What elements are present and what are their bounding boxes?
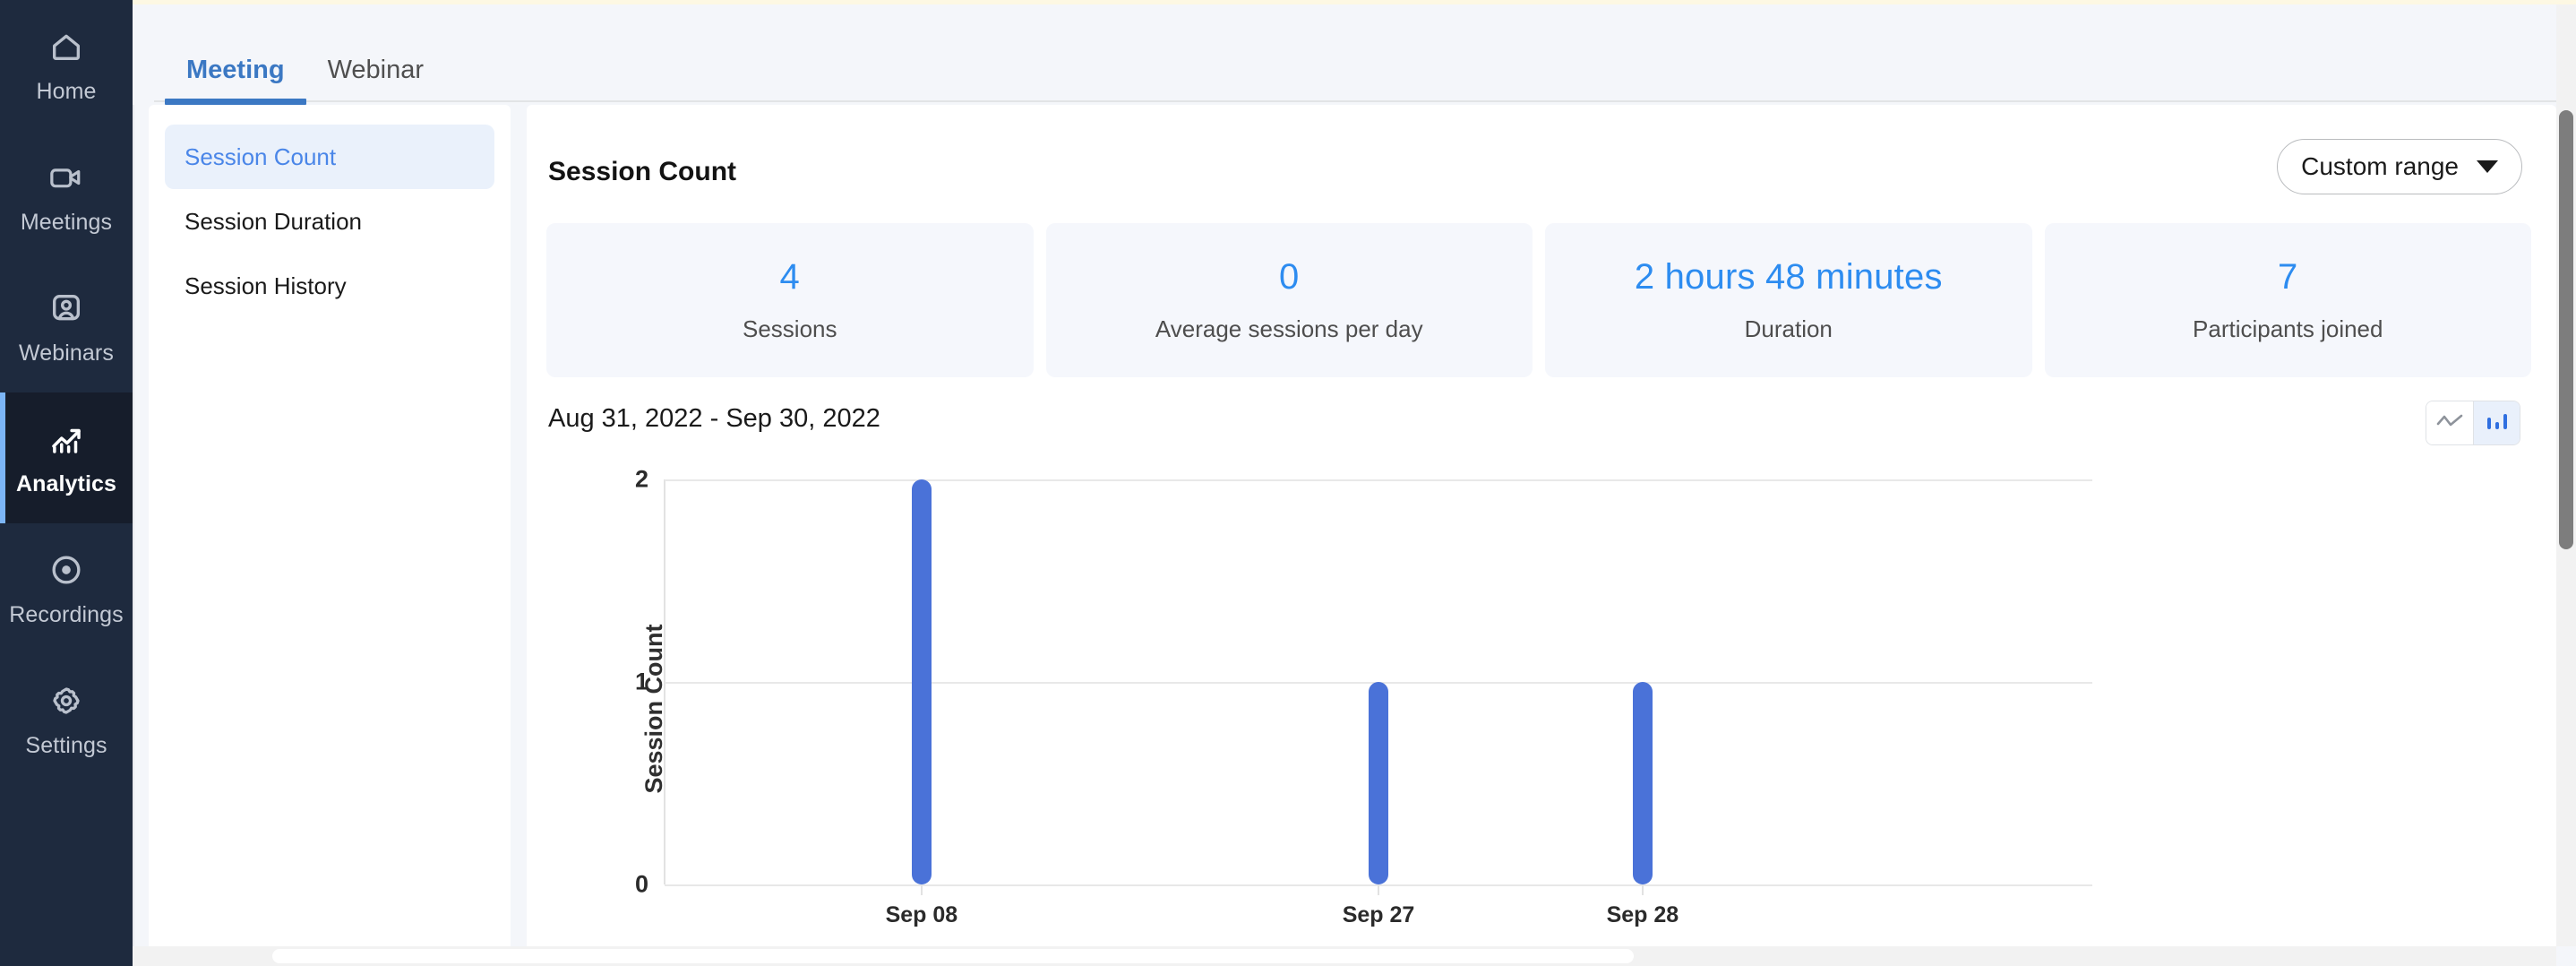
- stat-value: 7: [2278, 257, 2298, 297]
- person-screen-icon: [48, 289, 84, 328]
- x-tick-label: Sep 28: [1606, 902, 1679, 927]
- stat-label: Participants joined: [2193, 315, 2383, 342]
- record-circle-icon: [48, 550, 84, 590]
- sidebar-item-label: Settings: [25, 732, 107, 758]
- x-tickmark: [1641, 884, 1644, 895]
- tab-label: Meeting: [186, 56, 285, 84]
- analytics-chart-icon: [47, 419, 85, 459]
- vertical-scrollbar[interactable]: [2556, 4, 2576, 946]
- sidebar-item-settings[interactable]: Settings: [0, 654, 133, 785]
- chart-date-range: Aug 31, 2022 - Sep 30, 2022: [548, 404, 880, 433]
- sidebar-divider: [133, 4, 134, 966]
- sidebar-item-analytics[interactable]: Analytics: [0, 392, 133, 523]
- app-root: Home Meetings Webinars Analytics Recordi…: [0, 0, 2576, 966]
- x-tick-label: Sep 27: [1342, 902, 1415, 927]
- y-tick-label: 0: [634, 870, 648, 898]
- content-header: Meeting Webinar: [133, 4, 2576, 105]
- primary-sidebar: Home Meetings Webinars Analytics Recordi…: [0, 0, 133, 966]
- analytics-main-panel: Session Count Custom range 4 Sessions 0 …: [527, 105, 2556, 951]
- stat-card-avg-sessions-per-day: 0 Average sessions per day: [1045, 223, 1533, 377]
- subnav-item-label: Session Count: [185, 142, 337, 170]
- session-count-bar-chart: Session Count 2 1 0 Sep 08 Sep 27 Sep 28: [548, 466, 2531, 951]
- line-chart-icon: [2436, 412, 2463, 435]
- sidebar-item-home[interactable]: Home: [0, 0, 133, 131]
- chevron-down-icon: [2477, 160, 2498, 173]
- x-tickmark: [1378, 884, 1379, 895]
- stat-card-duration: 2 hours 48 minutes Duration: [1545, 223, 2032, 377]
- stat-label: Average sessions per day: [1155, 315, 1423, 342]
- sidebar-item-label: Meetings: [20, 209, 113, 235]
- stat-card-row: 4 Sessions 0 Average sessions per day 2 …: [546, 223, 2531, 377]
- primary-tabs: Meeting Webinar: [165, 56, 445, 105]
- analytics-subnav: Session Count Session Duration Session H…: [149, 105, 511, 951]
- y-tick-label: 1: [634, 668, 648, 695]
- tab-label: Webinar: [327, 56, 425, 84]
- gear-icon: [48, 681, 84, 720]
- date-range-label: Custom range: [2301, 152, 2459, 180]
- chart-header: Aug 31, 2022 - Sep 30, 2022: [548, 401, 2531, 454]
- tab-meeting[interactable]: Meeting: [165, 56, 306, 105]
- bar-sep-08[interactable]: [911, 479, 932, 884]
- stat-value: 0: [1279, 257, 1300, 297]
- video-camera-icon: [47, 158, 85, 197]
- stat-card-participants-joined: 7 Participants joined: [2044, 223, 2531, 377]
- horizontal-scrollbar[interactable]: [133, 946, 2556, 966]
- page-title: Session Count: [548, 157, 737, 186]
- bar-chart-icon: [2486, 411, 2509, 436]
- bar-sep-27[interactable]: [1369, 682, 1388, 884]
- y-tick-label: 2: [634, 465, 648, 493]
- vertical-scrollbar-thumb[interactable]: [2559, 110, 2573, 549]
- subnav-item-label: Session Duration: [185, 207, 362, 235]
- chart-grid-area: 2 1 0 Sep 08 Sep 27 Sep 28: [635, 466, 2092, 927]
- gridline-2: 2: [635, 466, 2092, 493]
- stat-label: Sessions: [743, 315, 837, 342]
- stat-value: 4: [779, 257, 800, 297]
- subnav-item-label: Session History: [185, 272, 347, 299]
- sidebar-item-label: Home: [36, 78, 97, 104]
- tabs-baseline: [154, 100, 2576, 102]
- bar-chart-toggle[interactable]: [2473, 401, 2520, 444]
- home-icon: [48, 27, 84, 66]
- sidebar-item-label: Recordings: [9, 601, 124, 627]
- chart-type-toggle: [2426, 401, 2520, 445]
- stat-card-sessions: 4 Sessions: [546, 223, 1034, 377]
- sidebar-item-meetings[interactable]: Meetings: [0, 131, 133, 262]
- tab-webinar[interactable]: Webinar: [306, 56, 445, 105]
- date-range-button[interactable]: Custom range: [2277, 139, 2522, 194]
- sidebar-item-label: Webinars: [19, 340, 114, 366]
- subnav-item-session-duration[interactable]: Session Duration: [165, 189, 494, 254]
- stat-label: Duration: [1744, 315, 1833, 342]
- subnav-item-session-count[interactable]: Session Count: [165, 125, 494, 189]
- x-tick-label: Sep 08: [885, 902, 958, 927]
- horizontal-scrollbar-thumb[interactable]: [272, 949, 1634, 963]
- bar-sep-28[interactable]: [1632, 682, 1653, 884]
- line-chart-toggle[interactable]: [2426, 401, 2473, 444]
- sidebar-item-label: Analytics: [15, 470, 117, 496]
- subnav-item-session-history[interactable]: Session History: [165, 254, 494, 318]
- stat-value: 2 hours 48 minutes: [1634, 257, 1943, 297]
- x-tickmark: [920, 884, 923, 895]
- sidebar-item-recordings[interactable]: Recordings: [0, 523, 133, 654]
- sidebar-item-webinars[interactable]: Webinars: [0, 262, 133, 392]
